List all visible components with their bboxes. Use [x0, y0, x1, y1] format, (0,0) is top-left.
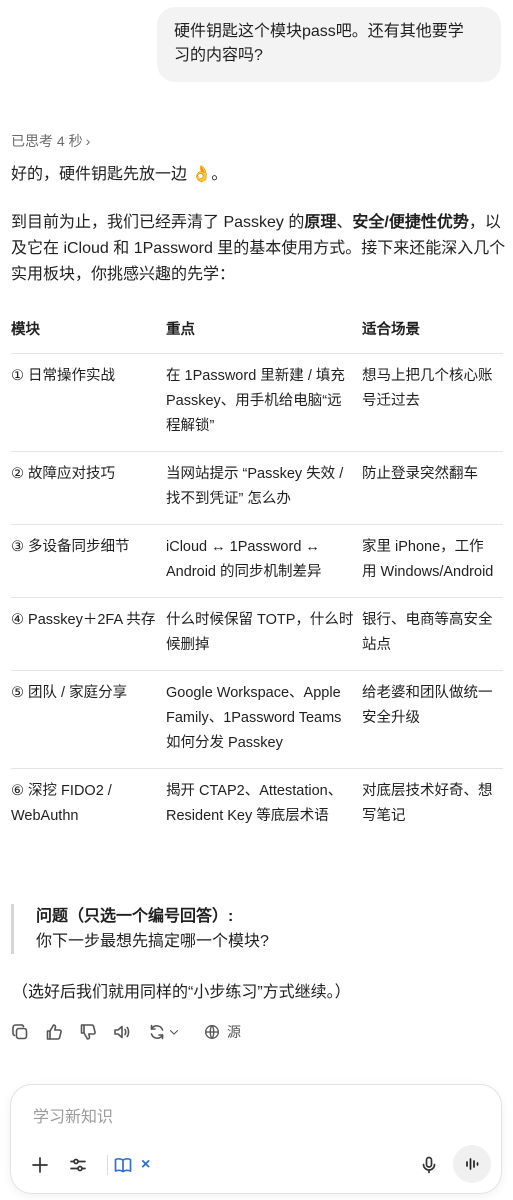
table-row: ② 故障应对技巧 当网站提示 “Passkey 失效 / 找不到凭证” 怎么办 …	[11, 451, 503, 525]
header-scene: 适合场景	[362, 314, 503, 354]
cell-scene: 想马上把几个核心账号迁过去	[362, 353, 503, 452]
summary-bold-advantages: 安全/便捷性优势	[352, 214, 469, 231]
mic-icon	[422, 1156, 436, 1174]
table-row: ③ 多设备同步细节 iCloud ↔ 1Password ↔ Android 的…	[11, 524, 503, 598]
thumbs-up-button[interactable]	[43, 1021, 65, 1043]
cell-module: ⑥ 深挖 FIDO2 / WebAuthn	[11, 783, 112, 824]
thought-label: 已思考 4 秒	[11, 133, 83, 149]
cell-scene: 给老婆和团队做统一安全升级	[362, 670, 503, 769]
cell-focus: 在 1Password 里新建 / 填充 Passkey、用手机给电脑“远程解锁…	[166, 353, 362, 452]
composer: 学习新知识 ×	[10, 1084, 502, 1194]
regenerate-icon	[150, 1024, 164, 1040]
header-focus: 重点	[166, 314, 362, 354]
cell-module: ③ 多设备同步细节	[11, 524, 166, 598]
table-row: ④ Passkey＋2FA 共存 什么时候保留 TOTP，什么时候删掉 银行、电…	[11, 597, 503, 671]
footer-note: （选好后我们就用同样的“小步练习”方式继续。）	[12, 984, 351, 1001]
intro-text: 好的，硬件钥匙先放一边 👌。	[11, 166, 228, 183]
user-message-bubble: 硬件钥匙这个模块pass吧。还有其他要学 习的内容吗?	[157, 7, 501, 82]
voice-mode-button[interactable]	[453, 1145, 491, 1183]
close-icon[interactable]: ×	[141, 1156, 150, 1174]
question-body: 你下一步最想先搞定哪一个模块?	[36, 933, 269, 950]
toolbar-divider	[107, 1155, 108, 1175]
modules-table: 模块 重点 适合场景 ① 日常操作实战 在 1Password 里新建 / 填充…	[11, 314, 503, 841]
message-actions: 源	[9, 1017, 241, 1047]
summary-paragraph: 到目前为止，我们已经弄清了 Passkey 的原理、安全/便捷性优势，以及它在 …	[11, 210, 506, 288]
regenerate-button[interactable]	[145, 1021, 183, 1043]
user-message-line-2: 习的内容吗?	[174, 47, 263, 64]
summary-bold-principle: 原理	[304, 214, 337, 231]
cell-module: ④ Passkey＋2FA 共存	[11, 597, 166, 671]
thought-duration-toggle[interactable]: 已思考 4 秒 ›	[11, 131, 90, 151]
cell-focus: iCloud ↔ 1Password ↔ Android 的同步机制差异	[166, 524, 362, 598]
voice-wave-icon	[466, 1158, 479, 1170]
study-mode-chip[interactable]: ×	[113, 1151, 150, 1179]
question-title: 问题（只选一个编号回答）:	[36, 908, 234, 925]
chevron-right-icon: ›	[85, 133, 91, 149]
message-input[interactable]: 学习新知识	[33, 1103, 113, 1127]
globe-icon	[205, 1025, 219, 1040]
tools-button[interactable]	[66, 1153, 90, 1177]
cell-scene: 防止登录突然翻车	[362, 451, 503, 525]
cell-module: ⑤ 团队 / 家庭分享	[11, 670, 166, 769]
table-row: ⑤ 团队 / 家庭分享 Google Workspace、Apple Famil…	[11, 670, 503, 769]
cell-scene: 银行、电商等高安全站点	[362, 597, 503, 671]
sources-button[interactable]: 源	[203, 1022, 241, 1042]
copy-icon	[12, 1024, 28, 1040]
dictate-button[interactable]	[417, 1153, 441, 1177]
add-attachment-button[interactable]	[28, 1153, 52, 1177]
copy-button[interactable]	[9, 1021, 31, 1043]
read-aloud-button[interactable]	[111, 1021, 133, 1043]
question-blockquote: 问题（只选一个编号回答）: 你下一步最想先搞定哪一个模块?	[11, 904, 269, 954]
cell-focus: 什么时候保留 TOTP，什么时候删掉	[166, 597, 362, 671]
table-header-row: 模块 重点 适合场景	[11, 314, 503, 354]
book-icon	[114, 1157, 132, 1173]
thumbs-down-button[interactable]	[77, 1021, 99, 1043]
cell-focus: Google Workspace、Apple Family、1Password …	[166, 670, 362, 769]
cell-module: ① 日常操作实战	[11, 353, 166, 452]
sources-label: 源	[227, 1024, 241, 1040]
thumbs-down-icon	[80, 1024, 96, 1040]
plus-icon	[32, 1157, 48, 1173]
table-row: ⑥ 深挖 FIDO2 / WebAuthn 揭开 CTAP2、Attestati…	[11, 769, 503, 842]
summary-text-2: 、	[336, 214, 353, 231]
summary-text-1: 到目前为止，我们已经弄清了 Passkey 的	[11, 214, 305, 231]
chevron-down-icon	[169, 1030, 179, 1035]
cell-focus: 当网站提示 “Passkey 失效 / 找不到凭证” 怎么办	[166, 451, 362, 525]
cell-scene: 家里 iPhone，工作用 Windows/Android	[362, 524, 503, 598]
table-row: ① 日常操作实战 在 1Password 里新建 / 填充 Passkey、用手…	[11, 353, 503, 452]
cell-scene: 对底层技术好奇、想写笔记	[362, 783, 493, 824]
cell-module: ② 故障应对技巧	[11, 451, 166, 525]
cell-focus: 揭开 CTAP2、Attestation、Resident Key 等底层术语	[166, 783, 343, 824]
user-message-line-1: 硬件钥匙这个模块pass吧。还有其他要学	[174, 23, 464, 40]
header-module: 模块	[11, 314, 166, 354]
sliders-icon	[70, 1158, 86, 1172]
thumbs-up-icon	[46, 1024, 62, 1040]
speaker-icon	[114, 1025, 130, 1039]
